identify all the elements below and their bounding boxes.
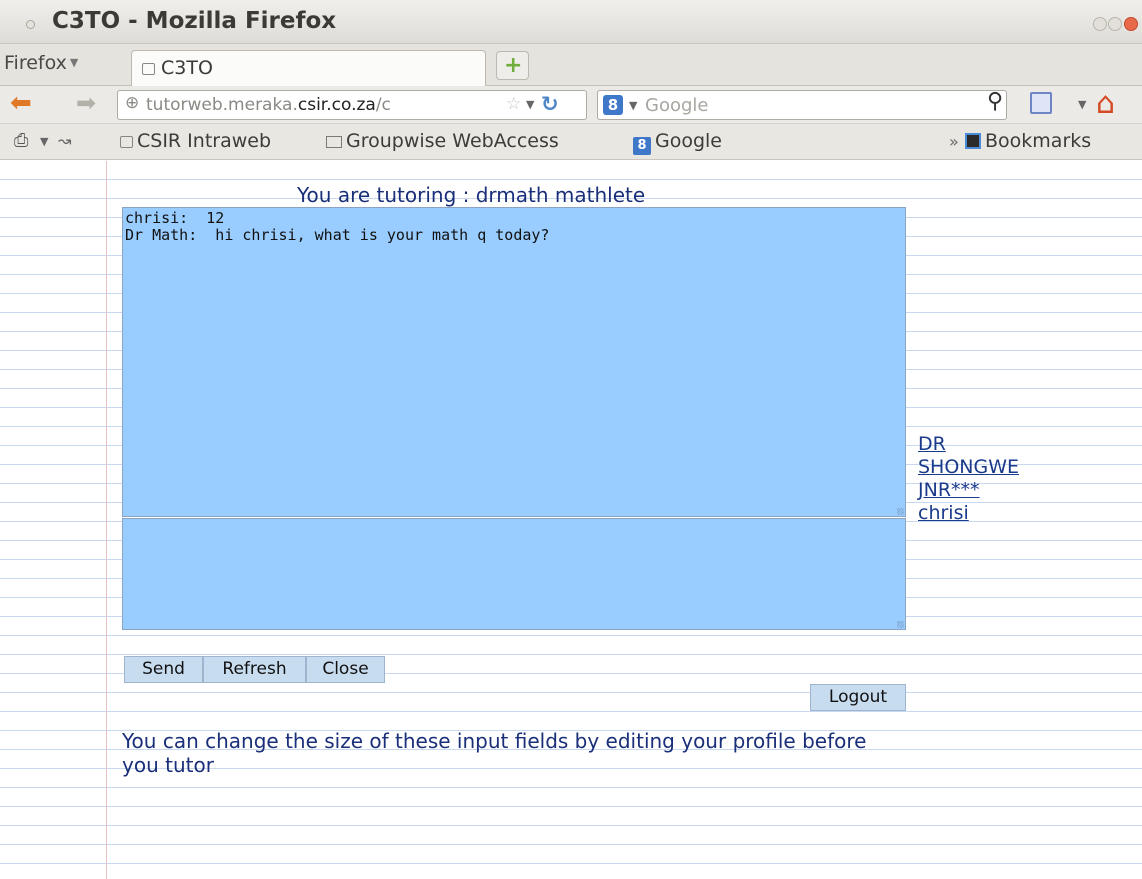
chevron-down-icon: ▼ — [69, 56, 79, 69]
url-text[interactable]: tutorweb.meraka.csir.co.za/c — [146, 95, 391, 115]
new-tab-button[interactable]: + — [496, 51, 529, 80]
search-placeholder[interactable]: Google — [645, 95, 708, 116]
bookmark-label: Google — [655, 130, 723, 152]
notes-icon[interactable] — [1030, 92, 1052, 114]
bookmarks-menu-label: Bookmarks — [985, 130, 1092, 152]
user-link-jnr[interactable]: JNR*** — [918, 479, 1019, 502]
tutoring-heading: You are tutoring : drmath mathlete — [297, 183, 646, 207]
close-button[interactable]: Close — [306, 656, 385, 683]
url-suffix: /c — [375, 95, 391, 115]
user-link-dr[interactable]: DR — [918, 433, 1019, 456]
window-title: C3TO - Mozilla Firefox — [52, 8, 337, 34]
firefox-menu-label: Firefox — [4, 52, 67, 74]
notebook-margin-line — [106, 161, 107, 879]
firefox-menu-button[interactable]: Firefox ▼ — [4, 52, 78, 74]
window-titlebar: C3TO - Mozilla Firefox — [0, 0, 1142, 44]
page-content: You are tutoring : drmath mathlete chris… — [0, 161, 1142, 879]
search-bar[interactable]: 8 ▼ Google — [597, 90, 1007, 120]
forward-arrow-icon[interactable]: ➡ — [76, 89, 96, 117]
bookmark-groupwise-webaccess[interactable]: Groupwise WebAccess — [326, 130, 559, 152]
mail-icon — [326, 136, 342, 148]
page-icon — [142, 63, 155, 75]
bookmarks-toolbar: ⎙ ▼ ↝ CSIR Intraweb Groupwise WebAccess … — [0, 124, 1142, 160]
user-link-chrisi[interactable]: chrisi — [918, 502, 1019, 525]
chat-log-textarea[interactable]: chrisi: 12 Dr Math: hi chrisi, what is y… — [122, 207, 906, 517]
google-icon: 8 — [633, 137, 651, 155]
bookmark-label: Groupwise WebAccess — [346, 130, 559, 152]
bookmarks-menu-button[interactable]: Bookmarks — [965, 130, 1091, 152]
chevron-down-icon[interactable]: ▼ — [1078, 98, 1086, 111]
logout-button[interactable]: Logout — [810, 684, 906, 711]
bookmark-csir-intraweb[interactable]: CSIR Intraweb — [120, 130, 271, 152]
url-domain: csir.co.za — [297, 95, 376, 115]
resize-hint-text: You can change the size of these input f… — [122, 729, 867, 777]
chevron-down-icon[interactable]: ▼ — [629, 99, 637, 112]
back-arrow-icon[interactable]: ⬅ — [10, 88, 32, 118]
close-window-button[interactable] — [1124, 17, 1138, 31]
star-icon[interactable]: ☆ — [506, 94, 521, 114]
user-link-shongwe[interactable]: SHONGWE — [918, 456, 1019, 479]
minimize-button[interactable] — [1093, 17, 1107, 31]
plus-icon: + — [504, 53, 523, 78]
resize-grip-icon[interactable] — [897, 621, 904, 628]
tab-label: C3TO — [161, 57, 213, 79]
search-icon[interactable]: ⚲ — [987, 89, 1003, 114]
chevron-down-icon[interactable]: ▼ — [526, 98, 534, 111]
bookmark-label: CSIR Intraweb — [137, 130, 272, 152]
printer-icon[interactable]: ⎙ — [14, 130, 28, 151]
tab-bar: Firefox ▼ C3TO + — [0, 44, 1142, 86]
chevron-down-icon[interactable]: ▼ — [40, 135, 48, 148]
resize-grip-icon[interactable] — [897, 508, 904, 515]
bookmark-google[interactable]: 8 Google — [633, 130, 722, 155]
url-bar[interactable]: ⊕ tutorweb.meraka.csir.co.za/c ☆ ▼ ↻ — [117, 90, 587, 120]
globe-icon: ⊕ — [125, 93, 140, 113]
chat-line: chrisi: 12 — [125, 209, 225, 227]
google-icon[interactable]: 8 — [603, 95, 623, 115]
url-prefix: tutorweb.meraka. — [146, 95, 298, 115]
send-button[interactable]: Send — [124, 656, 203, 683]
tab-c3to[interactable]: C3TO — [131, 50, 486, 86]
message-input-textarea[interactable] — [122, 518, 906, 630]
online-user-list: DR SHONGWE JNR*** chrisi — [918, 433, 1019, 525]
refresh-button[interactable]: Refresh — [203, 656, 306, 683]
bookmarks-overflow-button[interactable]: » — [949, 132, 959, 151]
navigation-bar: ⬅ ➡ ⊕ tutorweb.meraka.csir.co.za/c ☆ ▼ ↻… — [0, 86, 1142, 124]
home-icon[interactable]: ⌂ — [1096, 86, 1115, 121]
reload-icon[interactable]: ↻ — [541, 92, 559, 116]
maximize-button[interactable] — [1108, 17, 1122, 31]
bookmarks-icon — [965, 133, 981, 149]
window-icon — [26, 20, 35, 29]
page-icon — [120, 136, 133, 148]
chat-line: Dr Math: hi chrisi, what is your math q … — [125, 226, 550, 244]
pin-icon[interactable]: ↝ — [58, 131, 71, 150]
